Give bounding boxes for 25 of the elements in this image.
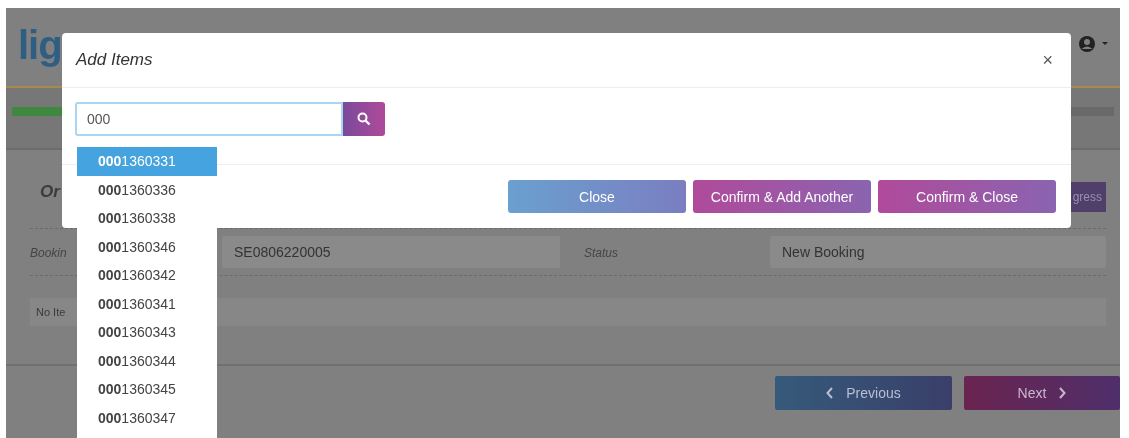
next-button[interactable]: Next bbox=[964, 376, 1120, 410]
chevron-left-icon bbox=[826, 387, 835, 399]
logo-text: lig bbox=[17, 22, 62, 68]
search-icon bbox=[357, 112, 371, 126]
suggestion-item[interactable]: 0001360346 bbox=[77, 232, 217, 261]
status-label: Status bbox=[584, 246, 619, 260]
suggestion-item[interactable]: 0001360336 bbox=[77, 175, 217, 204]
dialog-button[interactable]: Confirm & Close bbox=[878, 180, 1056, 213]
chevron-right-icon bbox=[1058, 387, 1067, 399]
booking-field[interactable]: SE0806220005 bbox=[222, 236, 560, 268]
suggestion-item[interactable]: 0001360338 bbox=[77, 204, 217, 233]
suggestion-item[interactable]: 0001360342 bbox=[77, 261, 217, 290]
previous-button[interactable]: Previous bbox=[775, 376, 952, 410]
search-field[interactable]: 000 bbox=[75, 102, 343, 136]
dialog-title: Add Items bbox=[76, 50, 153, 70]
dialog-button[interactable]: Confirm & Add Another bbox=[693, 180, 871, 213]
status-field[interactable]: New Booking bbox=[770, 236, 1106, 268]
suggestion-item[interactable]: 0001360347 bbox=[77, 403, 217, 432]
section-heading: Or bbox=[39, 182, 60, 202]
user-account-icon[interactable] bbox=[1078, 35, 1110, 53]
suggestion-item[interactable]: 0001360344 bbox=[77, 346, 217, 375]
close-button[interactable]: × bbox=[1038, 49, 1057, 71]
booking-label: Bookin bbox=[30, 246, 67, 260]
search-button[interactable] bbox=[343, 102, 385, 136]
suggestion-item[interactable]: 0001360345 bbox=[77, 375, 217, 404]
